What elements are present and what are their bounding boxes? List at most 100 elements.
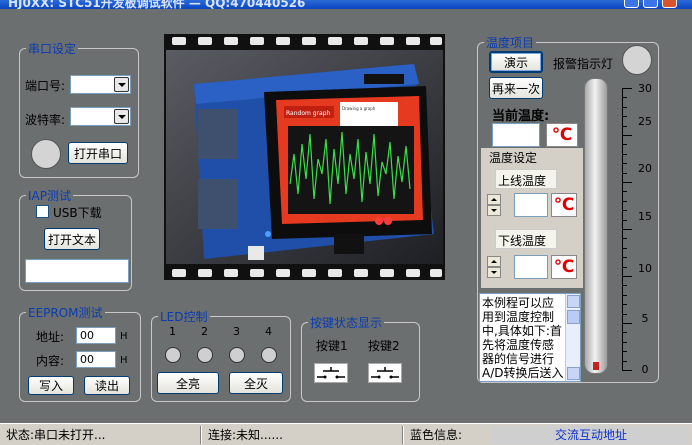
scale-tick: [622, 238, 627, 240]
led-number-1: 1: [169, 325, 176, 338]
alarm-indicator: [622, 45, 652, 75]
lower-limit-input[interactable]: [514, 255, 548, 279]
scale-tick: [622, 88, 632, 89]
scale-tick: [622, 163, 627, 165]
scale-tick: [622, 210, 627, 212]
scale-label-25: 25: [638, 115, 652, 128]
scale-tick: [622, 191, 627, 193]
demo-button[interactable]: 演示: [489, 51, 543, 73]
thermometer-tube: [584, 78, 608, 374]
lower-limit-unit: ℃: [551, 255, 577, 279]
alarm-label: 报警指示灯: [553, 57, 614, 71]
scale-tick: [622, 360, 627, 362]
read-button[interactable]: 读出: [84, 376, 130, 395]
scale-tick: [622, 351, 627, 353]
status-blue-info: 蓝色信息:: [410, 428, 463, 442]
serial-settings-legend: 串口设定: [28, 42, 77, 56]
open-text-button[interactable]: 打开文本: [44, 228, 100, 250]
usb-download-label: USB下载: [53, 206, 102, 220]
port-label: 端口号:: [25, 79, 66, 93]
spin-up-icon[interactable]: [487, 194, 501, 205]
address-hex-suffix: H: [120, 331, 128, 342]
scale-tick: [622, 172, 627, 174]
address-input[interactable]: 00: [76, 327, 116, 344]
scale-tick: [622, 266, 627, 268]
community-link[interactable]: 交流互动地址: [492, 426, 690, 444]
key1-switch-icon: [314, 363, 348, 383]
upper-limit-spinner[interactable]: [487, 194, 501, 216]
led-indicator-2: [197, 347, 213, 363]
upper-limit-input[interactable]: [514, 193, 548, 217]
scale-tick: [622, 153, 627, 155]
status-separator: [200, 426, 202, 444]
board-photo-image: Random graph Drawing a graph: [164, 34, 445, 280]
led-number-3: 3: [233, 325, 240, 338]
spin-up-icon[interactable]: [487, 256, 501, 267]
scale-tick: [622, 276, 632, 277]
spin-down-icon[interactable]: [487, 205, 501, 216]
current-temp-label: 当前温度:: [492, 109, 550, 124]
title-bar: HJ0XX: STC51开发板调试软件 — QQ:470440526: [0, 0, 692, 9]
scale-tick: [622, 370, 632, 371]
description-text: 本例程可以应用到温度控制中,具体如下:首先将温度传感器的信号进行A/D转换后送入…: [482, 296, 564, 381]
led-indicator-3: [229, 347, 245, 363]
key2-switch-icon: [368, 363, 402, 383]
description-memo[interactable]: 本例程可以应用到温度控制中,具体如下:首先将温度传感器的信号进行A/D转换后送入…: [479, 293, 581, 382]
key-status-legend: 按键状态显示: [310, 316, 383, 330]
scale-tick: [622, 313, 627, 315]
open-serial-button[interactable]: 打开串口: [68, 142, 128, 164]
chevron-down-icon[interactable]: [114, 77, 129, 92]
spin-down-icon[interactable]: [487, 267, 501, 278]
content-input[interactable]: 00: [76, 351, 116, 368]
write-button[interactable]: 写入: [28, 376, 74, 395]
scale-tick: [622, 257, 627, 259]
maximize-button[interactable]: [643, 0, 658, 8]
again-button[interactable]: 再来一次: [489, 77, 543, 99]
port-select[interactable]: [70, 75, 131, 94]
baud-select[interactable]: [70, 107, 131, 126]
thermometer-level: [593, 362, 599, 370]
key1-label: 按键1: [316, 339, 348, 353]
iap-file-field[interactable]: [25, 259, 129, 283]
scale-tick: [622, 323, 632, 324]
lower-limit-spinner[interactable]: [487, 256, 501, 278]
scale-label-20: 20: [638, 162, 652, 175]
iap-test-legend: IAP测试: [28, 189, 71, 203]
scale-tick: [622, 304, 627, 306]
status-state: 状态:串口未打开...: [6, 428, 106, 442]
scale-tick: [622, 106, 627, 108]
scale-label-15: 15: [638, 210, 652, 223]
scale-tick: [622, 219, 627, 221]
lower-limit-label: 下线温度: [498, 234, 547, 248]
led-control-legend: LED控制: [160, 310, 208, 324]
scroll-thumb[interactable]: [567, 310, 580, 324]
scale-label-5: 5: [641, 312, 649, 325]
led-number-4: 4: [265, 325, 272, 338]
scale-tick: [622, 294, 627, 296]
scroll-up-icon[interactable]: [567, 295, 580, 308]
close-button[interactable]: [662, 0, 677, 8]
led-number-2: 2: [201, 325, 208, 338]
eeprom-test-legend: EEPROM测试: [28, 306, 103, 320]
scale-tick: [622, 125, 627, 127]
scale-label-30: 30: [638, 82, 652, 95]
scroll-down-icon[interactable]: [567, 367, 580, 380]
memo-scrollbar[interactable]: [565, 294, 580, 381]
usb-download-checkbox[interactable]: [36, 205, 49, 218]
scale-tick: [622, 200, 627, 202]
status-bar: 状态:串口未打开... 连接:未知...... 蓝色信息: 交流互动地址: [0, 423, 692, 445]
scale-tick: [622, 135, 632, 136]
window-title: HJ0XX: STC51开发板调试软件 — QQ:470440526: [8, 0, 306, 9]
all-off-button[interactable]: 全灭: [229, 372, 283, 394]
all-on-button[interactable]: 全亮: [157, 372, 219, 394]
scale-label-0: 0: [641, 363, 649, 376]
current-temp-unit: ℃: [546, 123, 578, 147]
scale-tick: [622, 144, 627, 146]
chevron-down-icon[interactable]: [114, 109, 129, 124]
board-photo: Random graph Drawing a graph: [164, 34, 445, 280]
content-hex-suffix: H: [120, 355, 128, 366]
lcd-caption: Drawing a graph: [342, 106, 376, 111]
baud-label: 波特率:: [25, 113, 66, 127]
minimize-button[interactable]: [624, 0, 639, 8]
scale-tick: [622, 247, 627, 249]
